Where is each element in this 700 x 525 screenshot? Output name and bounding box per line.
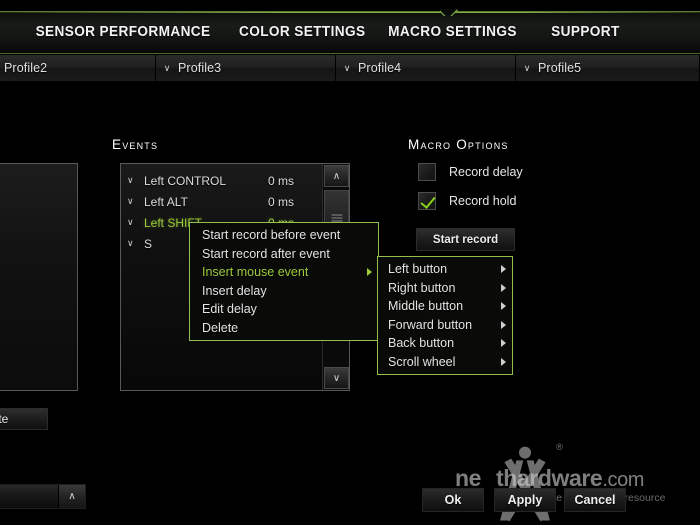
submenu-arrow-icon — [501, 302, 506, 311]
scroll-up-button[interactable]: ∧ — [324, 165, 349, 187]
menu-item-label: Insert delay — [202, 283, 267, 298]
profile-dropdown-2[interactable]: Profile2 — [0, 55, 156, 81]
menu-item-label: Back button — [388, 336, 455, 351]
chevron-down-icon: ∨ — [523, 62, 531, 73]
menu-item-label: Start record before event — [202, 228, 341, 243]
combobox-field[interactable] — [0, 485, 58, 508]
grip-icon — [331, 214, 342, 222]
record-delay-checkbox-row[interactable]: Record delay — [418, 163, 523, 181]
event-row[interactable]: ∨ Left ALT 0 ms — [121, 191, 323, 212]
menu-item-label: Delete — [202, 320, 239, 335]
macro-settings-window: SENSOR PERFORMANCE COLOR SETTINGS MACRO … — [0, 0, 700, 525]
profile-label-3: Profile3 — [178, 61, 222, 75]
submenu-item-back-button[interactable]: Back button — [378, 334, 512, 353]
profile-dropdown-4[interactable]: ∨ Profile4 — [336, 55, 516, 81]
menu-item-label: Scroll wheel — [388, 354, 456, 369]
context-menu-item-start-record-before[interactable]: Start record before event — [190, 226, 378, 245]
chevron-down-icon[interactable]: ∨ — [127, 197, 144, 206]
mouse-event-submenu[interactable]: Left button Right button Middle button F… — [377, 256, 513, 375]
chevron-down-icon: ∨ — [343, 62, 351, 73]
submenu-arrow-icon — [501, 320, 506, 329]
submenu-arrow-icon — [501, 357, 506, 366]
chevron-down-icon[interactable]: ∨ — [127, 176, 144, 185]
submenu-arrow-icon — [501, 283, 506, 292]
context-menu-item-insert-delay[interactable]: Insert delay — [190, 282, 378, 301]
scroll-down-button[interactable]: ∨ — [324, 367, 349, 389]
context-menu-item-insert-mouse-event[interactable]: Insert mouse event — [190, 263, 378, 282]
record-delay-checkbox[interactable] — [418, 163, 436, 181]
profile-bar: Profile2 ∨ Profile3 ∨ Profile4 ∨ Profile… — [0, 55, 700, 81]
left-delete-button[interactable]: ete — [0, 408, 48, 430]
menu-item-label: Edit delay — [202, 302, 257, 317]
menu-item-label: Left button — [388, 262, 448, 277]
menu-item-label: Forward button — [388, 317, 473, 332]
event-name: Left ALT — [144, 194, 188, 209]
context-menu-item-edit-delay[interactable]: Edit delay — [190, 300, 378, 319]
tab-sensor-performance[interactable]: SENSOR PERFORMANCE — [36, 24, 211, 40]
chevron-down-icon[interactable]: ∨ — [127, 239, 144, 248]
menu-item-label: Start record after event — [202, 246, 330, 261]
menu-item-label: Insert mouse event — [202, 265, 309, 280]
event-delay: 0 ms — [268, 173, 295, 188]
submenu-item-forward-button[interactable]: Forward button — [378, 316, 512, 335]
chevron-down-icon[interactable]: ∨ — [127, 218, 144, 227]
events-heading: Events — [112, 137, 159, 152]
record-hold-checkbox-row[interactable]: Record hold — [418, 192, 516, 210]
profile-label-2: Profile2 — [4, 61, 48, 75]
cancel-button[interactable]: Cancel — [564, 488, 626, 512]
record-hold-label: Record hold — [449, 194, 517, 208]
profile-dropdown-5[interactable]: ∨ Profile5 — [516, 55, 700, 81]
submenu-item-right-button[interactable]: Right button — [378, 279, 512, 298]
menu-item-label: Middle button — [388, 299, 464, 314]
event-row[interactable]: ∨ Left CONTROL 0 ms — [121, 170, 323, 191]
macro-options-heading: Macro Options — [408, 137, 509, 152]
ok-button[interactable]: Ok — [422, 488, 484, 512]
svg-text:®: ® — [556, 442, 563, 453]
profile-label-4: Profile4 — [358, 61, 402, 75]
apply-button[interactable]: Apply — [494, 488, 556, 512]
submenu-item-left-button[interactable]: Left button — [378, 260, 512, 279]
left-side-panel — [0, 163, 78, 391]
tab-color-settings[interactable]: COLOR SETTINGS — [239, 24, 365, 40]
context-menu-item-start-record-after[interactable]: Start record after event — [190, 245, 378, 264]
main-tab-bar: SENSOR PERFORMANCE COLOR SETTINGS MACRO … — [0, 11, 700, 54]
profile-label-5: Profile5 — [538, 61, 582, 75]
record-hold-checkbox[interactable] — [418, 192, 436, 210]
submenu-arrow-icon — [501, 339, 506, 348]
submenu-item-scroll-wheel[interactable]: Scroll wheel — [378, 353, 512, 372]
bottom-left-combobox[interactable]: ∧ — [0, 484, 86, 509]
submenu-item-middle-button[interactable]: Middle button — [378, 297, 512, 316]
record-delay-label: Record delay — [449, 165, 523, 179]
context-menu-item-delete[interactable]: Delete — [190, 319, 378, 338]
start-record-button[interactable]: Start record — [416, 228, 515, 251]
submenu-arrow-icon — [501, 265, 506, 274]
tab-macro-settings[interactable]: MACRO SETTINGS — [388, 24, 517, 40]
event-context-menu[interactable]: Start record before event Start record a… — [189, 222, 379, 341]
tab-support[interactable]: SUPPORT — [551, 24, 620, 40]
event-name: Left CONTROL — [144, 173, 227, 188]
nexthardware-watermark: ® neXthardware.com your ultimate profess… — [447, 442, 700, 525]
chevron-down-icon: ∨ — [163, 62, 171, 73]
profile-dropdown-3[interactable]: ∨ Profile3 — [156, 55, 336, 81]
menu-item-label: Right button — [388, 280, 456, 295]
event-delay: 0 ms — [268, 194, 295, 209]
chevron-up-icon[interactable]: ∧ — [58, 485, 85, 508]
submenu-arrow-icon — [367, 268, 372, 277]
